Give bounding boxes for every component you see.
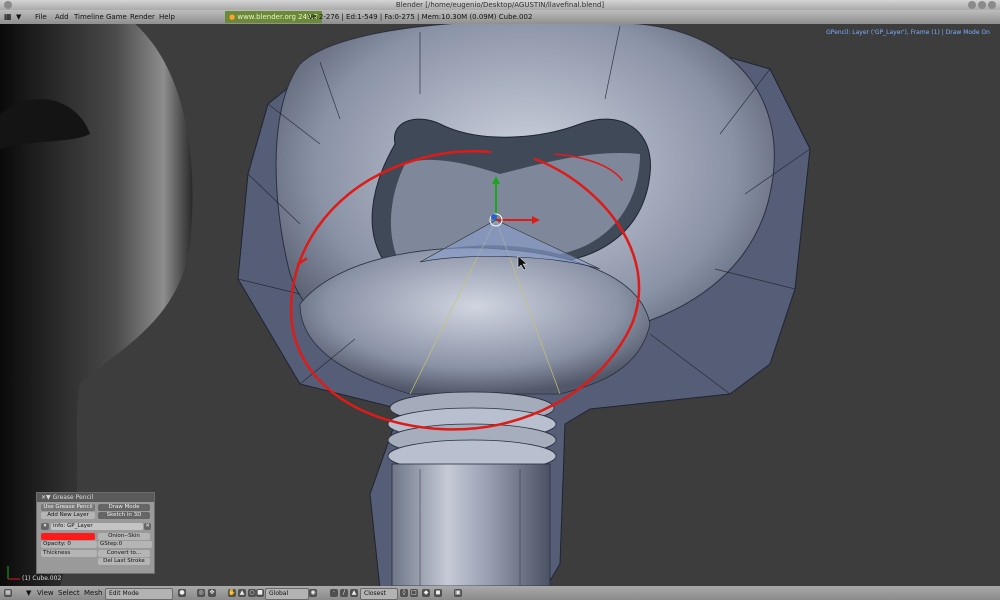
menu-select[interactable]: Select xyxy=(58,586,80,600)
menu-add[interactable]: Add xyxy=(55,10,69,24)
hand-icon[interactable]: ✋ xyxy=(228,589,236,597)
key-shaft xyxy=(391,463,551,586)
face-select-icon[interactable]: ▲ xyxy=(350,589,358,597)
mode-select[interactable]: Edit Mode xyxy=(105,588,173,600)
menu-game[interactable]: Game xyxy=(106,10,127,24)
window-menu-icon[interactable] xyxy=(4,1,12,9)
scale-icon[interactable]: ■ xyxy=(256,589,264,597)
onion-skin-toggle[interactable]: Onion--Skin xyxy=(98,533,150,540)
window-titlebar: Blender [/home/eugenio/Desktop/AGUSTIN/l… xyxy=(0,0,1000,10)
minimize-icon[interactable] xyxy=(968,1,976,9)
delete-last-stroke-button[interactable]: Del Last Stroke xyxy=(98,558,150,565)
menu-mesh[interactable]: Mesh xyxy=(84,586,102,600)
grease-pencil-panel: ✕▼ Grease Pencil Use Grease Pencil Draw … xyxy=(36,492,155,574)
info-header: ▦ ▼ File Add Timeline Game Render Help ●… xyxy=(0,10,1000,24)
sketch-in-3d-toggle[interactable]: Sketch in 3D xyxy=(98,512,150,519)
draw-type-icon[interactable]: ● xyxy=(178,589,186,597)
editor-type-icon[interactable]: ▦ xyxy=(4,10,12,24)
snap-icon[interactable]: ◊ xyxy=(400,589,408,597)
collapse-icon-bottom[interactable]: ▼ xyxy=(26,586,31,600)
maximize-icon[interactable] xyxy=(978,1,986,9)
gpencil-status: GPencil: Layer ('GP_Layer'), Frame (1) |… xyxy=(826,29,990,36)
website-label: www.blender.org 249.2 xyxy=(237,13,319,21)
rotate-icon[interactable]: ○ xyxy=(248,589,256,597)
menu-view[interactable]: View xyxy=(37,586,54,600)
use-grease-pencil-toggle[interactable]: Use Grease Pencil xyxy=(41,504,95,511)
3d-viewport[interactable]: GPencil: Layer ('GP_Layer'), Frame (1) |… xyxy=(0,24,1000,586)
stroke-color-swatch[interactable] xyxy=(41,533,95,540)
thickness-slider[interactable]: Thickness xyxy=(41,550,97,557)
collapse-layer-icon[interactable]: ▾ xyxy=(41,523,49,530)
layers-icon[interactable]: □ xyxy=(410,589,418,597)
key-threads xyxy=(387,391,557,473)
panel-header[interactable]: ✕▼ Grease Pencil xyxy=(37,493,154,502)
collapse-icon[interactable]: ▼ xyxy=(16,10,21,24)
menu-file[interactable]: File xyxy=(35,10,47,24)
manipulator-icon[interactable]: ✥ xyxy=(208,589,216,597)
menu-timeline[interactable]: Timeline xyxy=(74,10,104,24)
orientation-select[interactable]: Global xyxy=(265,588,309,600)
editor-type-icon-bottom[interactable]: ▦ xyxy=(4,589,12,597)
panel-title: Grease Pencil xyxy=(52,494,94,501)
occlude-icon[interactable]: ◼ xyxy=(434,589,442,597)
opacity-slider[interactable]: Opacity: 0 xyxy=(41,541,97,548)
translate-icon[interactable]: ▲ xyxy=(238,589,246,597)
menu-render[interactable]: Render xyxy=(130,10,155,24)
convert-to-button[interactable]: Convert to... xyxy=(98,550,150,557)
snap-select[interactable]: Closest xyxy=(360,588,398,600)
menu-help[interactable]: Help xyxy=(159,10,175,24)
edge-select-icon[interactable]: / xyxy=(340,589,348,597)
draw-mode-button[interactable]: Draw Mode xyxy=(98,504,150,511)
camera-icon[interactable]: ▣ xyxy=(454,589,462,597)
gstep-field[interactable]: GStep:0 xyxy=(98,541,152,548)
proportional-icon[interactable]: ◉ xyxy=(309,589,317,597)
vertex-select-icon[interactable]: · xyxy=(330,589,338,597)
layer-name-field[interactable]: Info: GP_Layer xyxy=(51,523,143,530)
scene-stats: Ve:2-276 | Ed:1-549 | Fa:0-275 | Mem:10.… xyxy=(308,13,533,21)
add-new-layer-button[interactable]: Add New Layer xyxy=(41,512,95,519)
window-title: Blender [/home/eugenio/Desktop/AGUSTIN/l… xyxy=(395,1,605,9)
pivot-icon[interactable]: ◎ xyxy=(197,589,205,597)
delete-layer-icon[interactable]: ✕ xyxy=(144,523,151,530)
close-icon[interactable] xyxy=(988,1,996,9)
active-object-label: (1) Cube.002 xyxy=(22,575,62,582)
close-panel-icon[interactable]: ✕▼ xyxy=(41,494,51,501)
render-icon[interactable]: ◆ xyxy=(422,589,430,597)
3d-view-header: ▦ ▼ View Select Mesh Edit Mode ● ◎ ✥ ✋ ▲… xyxy=(0,586,1000,600)
blender-logo-icon: ● xyxy=(229,13,236,21)
